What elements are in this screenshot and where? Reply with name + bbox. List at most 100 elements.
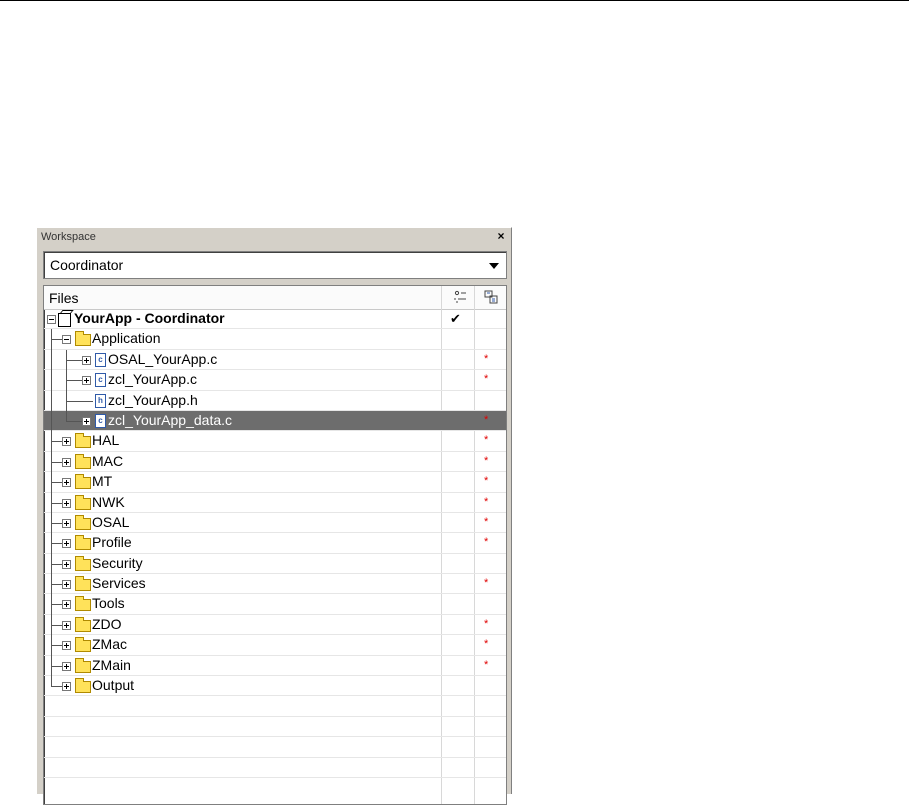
- collapse-icon[interactable]: [62, 335, 71, 345]
- expand-icon[interactable]: [62, 498, 71, 508]
- empty-row: [44, 737, 506, 758]
- tree-row[interactable]: h zcl_YourApp.h: [44, 390, 506, 411]
- modified-indicator: *: [484, 536, 489, 549]
- empty-row: [44, 717, 506, 738]
- tree-item-label: Application: [92, 330, 161, 347]
- folder-icon: [75, 331, 91, 347]
- modified-indicator: *: [484, 434, 489, 447]
- empty-row: [44, 758, 506, 778]
- folder-icon: [75, 576, 91, 592]
- tree-connector: [66, 380, 82, 382]
- tree-connector: [66, 400, 93, 402]
- expand-icon[interactable]: [62, 600, 71, 610]
- chevron-down-icon[interactable]: [489, 263, 499, 269]
- tree-row[interactable]: MAC *: [44, 451, 506, 473]
- tree-item-label: zcl_YourApp.h: [108, 391, 198, 408]
- folder-icon: [75, 494, 91, 510]
- tree-connector: [51, 645, 62, 647]
- tree-item-label: Tools: [92, 595, 125, 612]
- tree-connector: [51, 543, 62, 545]
- tree-row[interactable]: NWK *: [44, 492, 506, 513]
- modified-indicator: *: [484, 515, 489, 528]
- tree-item-label: Output: [92, 677, 135, 694]
- tree-item-label: YourApp - Coordinator: [74, 310, 225, 326]
- tree-connector: [51, 665, 62, 667]
- included-check-icon: ✔: [450, 311, 461, 326]
- expand-icon[interactable]: [62, 478, 71, 488]
- expand-icon[interactable]: [62, 641, 71, 651]
- expand-icon[interactable]: [82, 416, 91, 426]
- expand-icon[interactable]: [62, 580, 71, 590]
- tree-row[interactable]: ZMain *: [44, 655, 506, 677]
- expand-icon[interactable]: [62, 620, 71, 630]
- tree-item-label: zcl_YourApp_data.c: [108, 411, 233, 428]
- tree-item-label: Services: [92, 575, 146, 592]
- expand-icon[interactable]: [62, 437, 71, 447]
- close-icon[interactable]: ×: [495, 230, 507, 242]
- tree-row[interactable]: Tools: [44, 594, 506, 615]
- expand-icon[interactable]: [62, 559, 71, 569]
- c-file-icon: c: [95, 352, 106, 367]
- folder-icon: [75, 433, 91, 449]
- files-column-header[interactable]: Files: [49, 286, 79, 310]
- tree-guide-line: [66, 410, 67, 421]
- tree-item-label: zcl_YourApp.c: [108, 371, 197, 388]
- tree-guide-line: [51, 370, 52, 391]
- modified-indicator: *: [484, 373, 489, 386]
- modified-indicator: *: [484, 454, 489, 467]
- tree-item-label: ZDO: [92, 615, 122, 632]
- tree-row[interactable]: Application: [44, 329, 506, 350]
- tree-connector: [51, 522, 62, 524]
- tree-connector: [66, 359, 82, 361]
- tree-row[interactable]: OSAL *: [44, 512, 506, 534]
- project-icon: [58, 313, 71, 327]
- expand-icon[interactable]: [82, 355, 91, 365]
- expand-icon[interactable]: [62, 539, 71, 549]
- tree-row[interactable]: Profile *: [44, 533, 506, 554]
- tree-row[interactable]: HAL *: [44, 431, 506, 452]
- modified-indicator: *: [484, 352, 489, 365]
- options-icon[interactable]: [453, 290, 467, 304]
- folder-icon: [75, 514, 91, 530]
- tree-row[interactable]: c OSAL_YourApp.c *: [44, 349, 506, 371]
- build-status-icon[interactable]: [484, 290, 498, 304]
- folder-icon: [75, 535, 91, 551]
- expand-icon[interactable]: [62, 457, 71, 467]
- tree-item-label: Profile: [92, 534, 132, 551]
- file-tree[interactable]: Files YourApp - Coordinator ✔ Application c…: [43, 285, 507, 805]
- modified-indicator: *: [484, 617, 489, 630]
- folder-icon: [75, 657, 91, 673]
- tree-connector: [51, 584, 62, 586]
- tree-rows: YourApp - Coordinator ✔ Application c OSAL_Y…: [44, 309, 506, 778]
- tree-row[interactable]: Security: [44, 553, 506, 575]
- modified-indicator: *: [484, 413, 489, 426]
- tree-row[interactable]: MT *: [44, 472, 506, 493]
- tree-row[interactable]: c zcl_YourApp.c *: [44, 370, 506, 391]
- modified-indicator: *: [484, 495, 489, 508]
- tree-row[interactable]: ZMac *: [44, 635, 506, 656]
- tree-connector: [51, 441, 62, 443]
- modified-indicator: *: [484, 577, 489, 590]
- expand-icon[interactable]: [62, 661, 71, 671]
- expand-icon[interactable]: [62, 518, 71, 528]
- folder-icon: [75, 453, 91, 469]
- configuration-select[interactable]: Coordinator: [43, 251, 507, 279]
- tree-row[interactable]: Services *: [44, 574, 506, 595]
- folder-icon: [75, 616, 91, 632]
- tree-row[interactable]: c zcl_YourApp_data.c *: [44, 410, 506, 432]
- tree-row[interactable]: Output: [44, 676, 506, 697]
- c-file-icon: c: [95, 373, 106, 388]
- expand-icon[interactable]: [82, 376, 91, 386]
- workspace-panel: Workspace × Coordinator Files YourApp - …: [36, 227, 512, 805]
- expand-icon[interactable]: [62, 682, 71, 692]
- tree-connector: [51, 563, 62, 565]
- tree-row[interactable]: YourApp - Coordinator ✔: [44, 309, 506, 330]
- tree-row[interactable]: ZDO *: [44, 614, 506, 636]
- folder-icon: [75, 637, 91, 653]
- modified-indicator: *: [484, 638, 489, 651]
- folder-icon: [75, 555, 91, 571]
- tree-guide-line: [51, 349, 52, 371]
- configuration-select-value: Coordinator: [50, 257, 124, 273]
- tree-header: Files: [44, 286, 506, 310]
- collapse-icon[interactable]: [47, 315, 56, 324]
